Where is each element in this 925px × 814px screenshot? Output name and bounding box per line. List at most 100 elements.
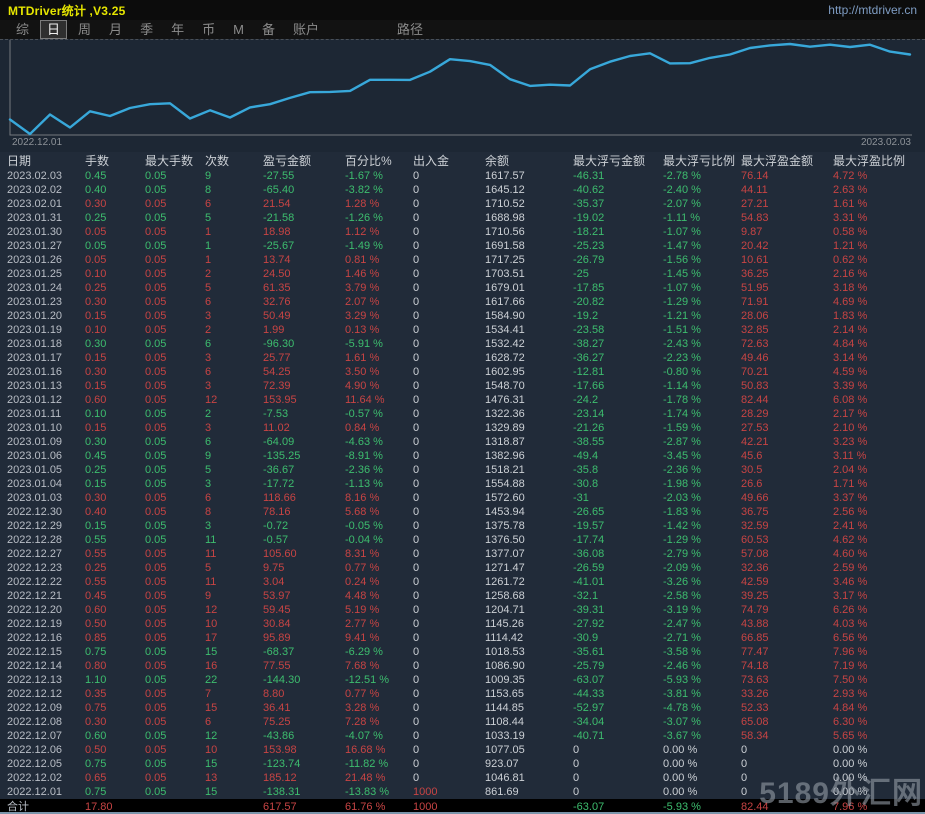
table-row[interactable]: 2022.12.140.800.051677.557.68 %01086.90-… [0, 659, 925, 673]
cell-11: 54.83 [741, 211, 833, 225]
cell-7: 0 [413, 589, 485, 603]
table-row[interactable]: 2022.12.120.350.0578.800.77 %01153.65-44… [0, 687, 925, 701]
table-row[interactable]: 2022.12.200.600.051259.455.19 %01204.71-… [0, 603, 925, 617]
cell-8: 1572.60 [485, 491, 573, 505]
table-row[interactable]: 2023.01.120.600.0512153.9511.64 %01476.3… [0, 393, 925, 407]
cell-8: 1318.87 [485, 435, 573, 449]
table-row[interactable]: 2023.02.020.400.058-65.40-3.82 %01645.12… [0, 183, 925, 197]
cell-10: -1.83 % [663, 505, 741, 519]
cell-7: 0 [413, 281, 485, 295]
cell-1: 2022.12.21 [7, 589, 85, 603]
cell-12: 6.56 % [833, 631, 925, 645]
table-row[interactable]: 2022.12.190.500.051030.842.77 %01145.26-… [0, 617, 925, 631]
table-row[interactable]: 2023.01.100.150.05311.020.84 %01329.89-2… [0, 421, 925, 435]
cell-1: 2023.01.20 [7, 309, 85, 323]
table-row[interactable]: 2023.02.030.450.059-27.55-1.67 %01617.57… [0, 169, 925, 183]
table-row[interactable]: 2022.12.070.600.0512-43.86-4.07 %01033.1… [0, 729, 925, 743]
table-row[interactable]: 2022.12.150.750.0515-68.37-6.29 %01018.5… [0, 645, 925, 659]
column-header-4: 次数 [205, 154, 263, 168]
table-row[interactable]: 2022.12.020.650.0513185.1221.48 %01046.8… [0, 771, 925, 785]
cell-11: 57.08 [741, 547, 833, 561]
menu-item-8[interactable]: M [227, 21, 250, 38]
cell-5: 9.75 [263, 561, 345, 575]
cell-7: 0 [413, 631, 485, 645]
table-row[interactable]: 2022.12.160.850.051795.899.41 %01114.42-… [0, 631, 925, 645]
cell-11: 44.11 [741, 183, 833, 197]
cell-9: -20.82 [573, 295, 663, 309]
cell-3: 0.05 [145, 225, 205, 239]
cell-8: 1717.25 [485, 253, 573, 267]
cell-5: -25.67 [263, 239, 345, 253]
cell-4: 8 [205, 505, 263, 519]
table-row[interactable]: 2023.01.040.150.053-17.72-1.13 %01554.88… [0, 477, 925, 491]
app-title: MTDriver统计 ,V3.25 [8, 2, 125, 19]
menu-item-path[interactable]: 路径 [391, 21, 429, 38]
cell-8: 1382.96 [485, 449, 573, 463]
cell-6: -12.51 % [345, 673, 413, 687]
table-row[interactable]: 2022.12.220.550.05113.040.24 %01261.72-4… [0, 575, 925, 589]
cell-6: 8.31 % [345, 547, 413, 561]
table-row[interactable]: 2023.01.170.150.05325.771.61 %01628.72-3… [0, 351, 925, 365]
table-row[interactable]: 2023.01.190.100.0521.990.13 %01534.41-23… [0, 323, 925, 337]
table-row[interactable]: 2023.01.060.450.059-135.25-8.91 %01382.9… [0, 449, 925, 463]
table-row[interactable]: 2023.01.030.300.056118.668.16 %01572.60-… [0, 491, 925, 505]
table-row[interactable]: 2023.01.110.100.052-7.53-0.57 %01322.36-… [0, 407, 925, 421]
menu-item-5[interactable]: 季 [134, 21, 159, 38]
table-row[interactable]: 2023.01.260.050.05113.740.81 %01717.25-2… [0, 253, 925, 267]
table-row[interactable]: 2022.12.210.450.05953.974.48 %01258.68-3… [0, 589, 925, 603]
cell-6: 7.68 % [345, 659, 413, 673]
menu-item-1[interactable]: 综 [10, 21, 35, 38]
table-row[interactable]: 2022.12.270.550.0511105.608.31 %01377.07… [0, 547, 925, 561]
table-row[interactable]: 2023.01.310.250.055-21.58-1.26 %01688.98… [0, 211, 925, 225]
cell-2: 0.55 [85, 533, 145, 547]
cell-4: 15 [205, 645, 263, 659]
table-row[interactable]: 2023.02.010.300.05621.541.28 %01710.52-3… [0, 197, 925, 211]
table-row[interactable]: 2023.01.180.300.056-96.30-5.91 %01532.42… [0, 337, 925, 351]
table-row[interactable]: 2022.12.290.150.053-0.72-0.05 %01375.78-… [0, 519, 925, 533]
menu-item-7[interactable]: 币 [196, 21, 221, 38]
table-row[interactable]: 2023.01.090.300.056-64.09-4.63 %01318.87… [0, 435, 925, 449]
table-row[interactable]: 2022.12.010.750.0515-138.31-13.83 %10008… [0, 785, 925, 799]
table-row[interactable]: 2023.01.200.150.05350.493.29 %01584.90-1… [0, 309, 925, 323]
cell-7: 0 [413, 659, 485, 673]
table-row[interactable]: 2022.12.090.750.051536.413.28 %01144.85-… [0, 701, 925, 715]
cell-1: 2022.12.22 [7, 575, 85, 589]
cell-5: -65.40 [263, 183, 345, 197]
cell-10: -3.26 % [663, 575, 741, 589]
cell-6: -4.63 % [345, 435, 413, 449]
menu-item-10[interactable]: 账户 [287, 21, 325, 38]
cell-8: 1046.81 [485, 771, 573, 785]
table-row[interactable]: 2023.01.240.250.05561.353.79 %01679.01-1… [0, 281, 925, 295]
cell-7: 0 [413, 365, 485, 379]
cell-9: -38.27 [573, 337, 663, 351]
table-row[interactable]: 2023.01.270.050.051-25.67-1.49 %01691.58… [0, 239, 925, 253]
table-row[interactable]: 2022.12.060.500.0510153.9816.68 %01077.0… [0, 743, 925, 757]
cell-7: 0 [413, 309, 485, 323]
table-row[interactable]: 2023.01.230.300.05632.762.07 %01617.66-2… [0, 295, 925, 309]
cell-7: 0 [413, 267, 485, 281]
table-row[interactable]: 2023.01.160.300.05654.253.50 %01602.95-1… [0, 365, 925, 379]
menu-item-3[interactable]: 周 [72, 21, 97, 38]
menu-item-6[interactable]: 年 [165, 21, 190, 38]
cell-11: 36.25 [741, 267, 833, 281]
table-row[interactable]: 2023.01.300.050.05118.981.12 %01710.56-1… [0, 225, 925, 239]
menu-item-9[interactable]: 备 [256, 21, 281, 38]
table-row[interactable]: 2022.12.050.750.0515-123.74-11.82 %0923.… [0, 757, 925, 771]
cell-2: 1.10 [85, 673, 145, 687]
table-row[interactable]: 2022.12.230.250.0559.750.77 %01271.47-26… [0, 561, 925, 575]
cell-1: 2022.12.20 [7, 603, 85, 617]
cell-2: 0.15 [85, 351, 145, 365]
cell-2: 0.75 [85, 701, 145, 715]
table-row[interactable]: 2023.01.250.100.05224.501.46 %01703.51-2… [0, 267, 925, 281]
table-row[interactable]: 2022.12.280.550.0511-0.57-0.04 %01376.50… [0, 533, 925, 547]
menu-item-2[interactable]: 日 [41, 21, 66, 38]
cell-12: 2.93 % [833, 687, 925, 701]
cell-3: 0.05 [145, 701, 205, 715]
table-row[interactable]: 2022.12.080.300.05675.257.28 %01108.44-3… [0, 715, 925, 729]
cell-5: -68.37 [263, 645, 345, 659]
table-row[interactable]: 2022.12.131.100.0522-144.30-12.51 %01009… [0, 673, 925, 687]
table-row[interactable]: 2023.01.130.150.05372.394.90 %01548.70-1… [0, 379, 925, 393]
menu-item-4[interactable]: 月 [103, 21, 128, 38]
table-row[interactable]: 2022.12.300.400.05878.165.68 %01453.94-2… [0, 505, 925, 519]
table-row[interactable]: 2023.01.050.250.055-36.67-2.36 %01518.21… [0, 463, 925, 477]
